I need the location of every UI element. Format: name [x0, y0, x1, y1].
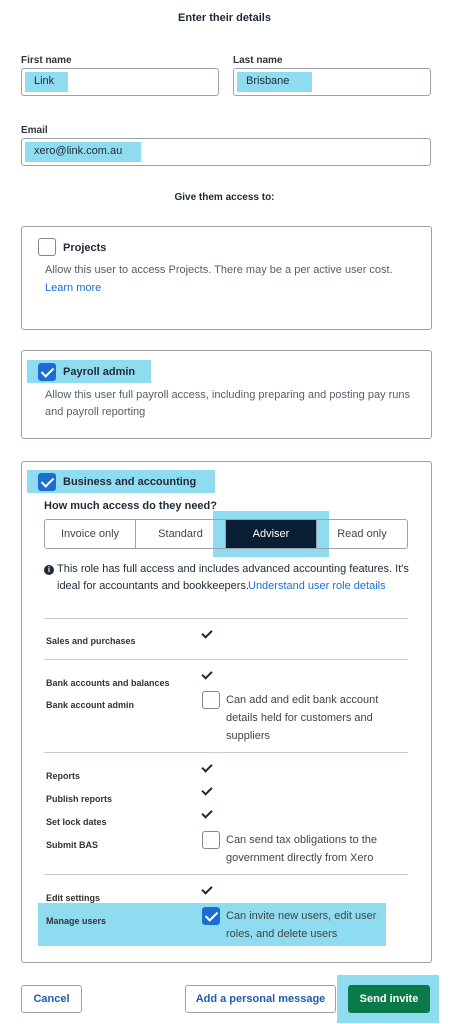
submit-bas-desc-1: Can send tax obligations to the — [226, 834, 378, 846]
access-level-selector: Invoice only Standard Adviser Read only — [44, 519, 408, 549]
projects-learn-more-link[interactable]: Learn more — [45, 280, 101, 297]
last-name-value: Brisbane — [237, 72, 312, 92]
payroll-description-2: and payroll reporting — [45, 406, 146, 418]
option-invoice-only[interactable]: Invoice only — [45, 520, 136, 548]
info-icon: i — [44, 565, 54, 575]
add-personal-message-button[interactable]: Add a personal message — [185, 985, 336, 1013]
perm-edit-settings: Edit settings — [46, 893, 101, 903]
send-invite-button[interactable]: Send invite — [348, 985, 430, 1013]
payroll-title: Payroll admin — [63, 366, 136, 378]
page-title: Enter their details — [178, 12, 271, 24]
email-field[interactable]: xero@link.com.au — [21, 138, 431, 166]
last-name-label: Last name — [233, 55, 283, 66]
last-name-field[interactable]: Brisbane — [233, 68, 431, 96]
email-value: xero@link.com.au — [25, 142, 141, 162]
business-checkbox[interactable] — [38, 473, 56, 491]
submit-bas-desc-2: government directly from Xero — [226, 852, 374, 864]
submit-bas-checkbox[interactable] — [202, 831, 220, 849]
perm-submit-bas: Submit BAS — [46, 840, 99, 850]
role-info-line-1: This role has full access and includes a… — [57, 563, 409, 575]
projects-description: Allow this user to access Projects. Ther… — [45, 264, 393, 276]
first-name-field[interactable]: Link — [21, 68, 219, 96]
perm-manage-users: Manage users — [46, 916, 107, 926]
perm-reports: Reports — [46, 771, 81, 781]
divider — [44, 752, 408, 753]
bank-admin-checkbox[interactable] — [202, 691, 220, 709]
divider — [44, 659, 408, 660]
perm-publish-reports: Publish reports — [46, 794, 113, 804]
divider — [44, 874, 408, 875]
option-adviser[interactable]: Adviser — [226, 520, 317, 548]
projects-checkbox[interactable] — [38, 238, 56, 256]
business-title: Business and accounting — [63, 476, 197, 488]
option-read-only[interactable]: Read only — [317, 520, 407, 548]
manage-users-desc-2: roles, and delete users — [226, 928, 338, 940]
perm-bank-account-admin: Bank account admin — [46, 700, 135, 710]
email-label: Email — [21, 125, 48, 136]
access-heading: Give them access to: — [174, 192, 275, 203]
bank-admin-desc-2: details held for customers and — [226, 712, 373, 724]
manage-users-checkbox[interactable] — [202, 907, 220, 925]
payroll-checkbox[interactable] — [38, 363, 56, 381]
first-name-value: Link — [25, 72, 68, 92]
divider — [44, 618, 408, 619]
first-name-label: First name — [21, 55, 72, 66]
payroll-description-1: Allow this user full payroll access, inc… — [45, 389, 411, 401]
role-info-line-2: ideal for accountants and bookkeepers. — [57, 580, 250, 592]
manage-users-desc-1: Can invite new users, edit user — [226, 910, 377, 922]
perm-sales-purchases: Sales and purchases — [46, 636, 136, 646]
access-level-question: How much access do they need? — [44, 500, 217, 512]
cancel-button[interactable]: Cancel — [21, 985, 82, 1013]
perm-set-lock-dates: Set lock dates — [46, 817, 107, 827]
role-details-link[interactable]: Understand user role details — [248, 578, 386, 595]
projects-title: Projects — [63, 242, 107, 254]
option-standard[interactable]: Standard — [136, 520, 226, 548]
bank-admin-desc-1: Can add and edit bank account — [226, 694, 379, 706]
bank-admin-desc-3: suppliers — [226, 730, 271, 742]
perm-bank-accounts: Bank accounts and balances — [46, 678, 170, 688]
